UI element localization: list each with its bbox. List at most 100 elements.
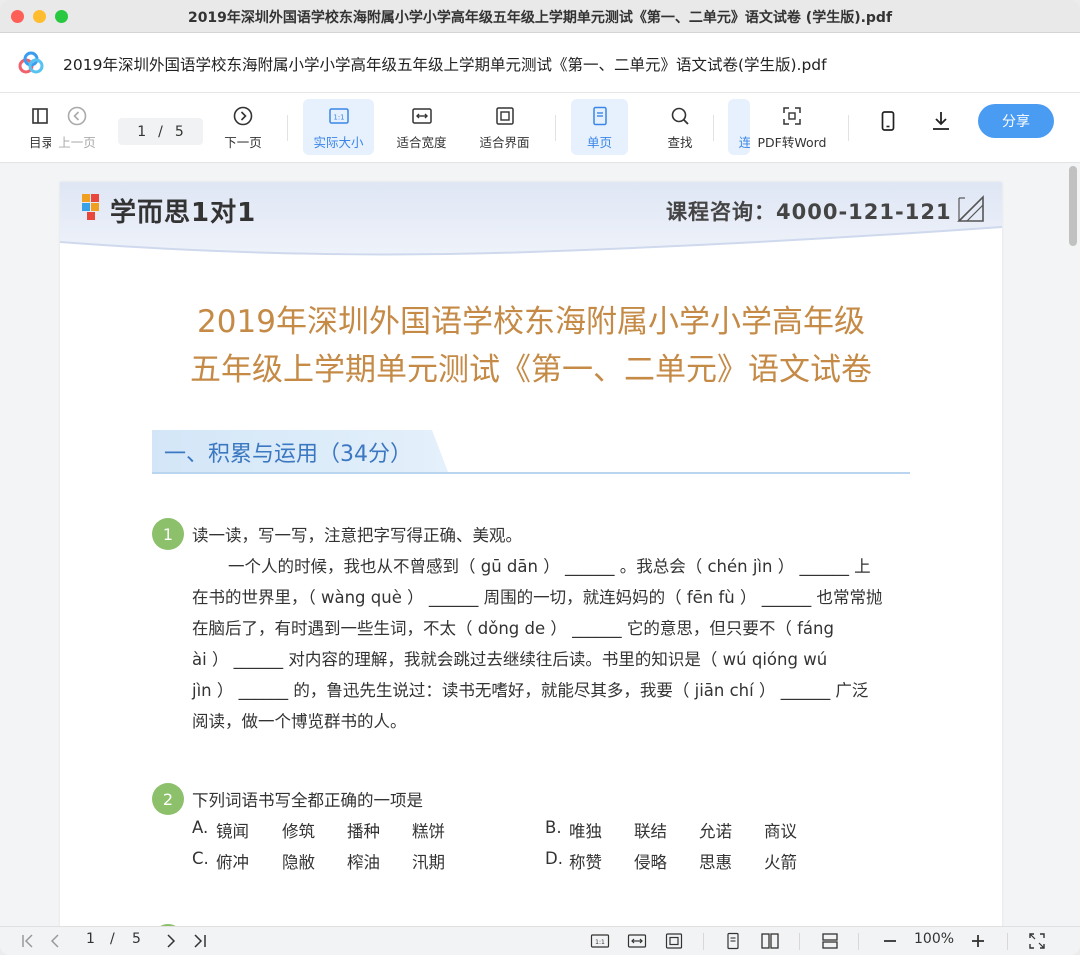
continuous-page-label: 连 (738, 135, 750, 150)
next-page-icon[interactable] (160, 932, 180, 950)
svg-text:1:1: 1:1 (333, 114, 344, 122)
option-word: 糕饼 (412, 822, 445, 841)
fit-width-small-icon[interactable] (627, 932, 647, 950)
single-page-icon (592, 106, 607, 126)
question-1-line: 阅读，做一个博览群书的人。 (192, 712, 407, 731)
toc-label: 目录 (29, 135, 51, 150)
pdf-to-word-button[interactable]: PDF转Word (752, 99, 832, 155)
question-1-line: 在书的世界里，（ wàng què ） ______ 周围的一切，就连妈妈的（ … (192, 588, 883, 607)
option-word: 唯独 (569, 822, 602, 841)
fit-page-button[interactable]: 适合界面 (469, 99, 540, 155)
question-1-line: 一个人的时候，我也从不曾感到（ gū dān ） ______ 。我总会（ ch… (228, 557, 871, 576)
single-page-small-icon[interactable] (723, 932, 743, 950)
zoom-level[interactable]: 100% (914, 931, 954, 947)
section-title: 一、积累与运用（34分） (164, 442, 412, 467)
actual-size-icon: 1:1 (328, 108, 349, 124)
next-page-label: 下一页 (224, 135, 262, 150)
page-current: 1 (137, 123, 147, 140)
toolbar-divider (555, 115, 556, 141)
last-page-icon[interactable] (190, 932, 210, 950)
circle-chevron-right-icon (233, 106, 253, 126)
page-separator: / (158, 123, 163, 140)
option-word: 镜闻 (216, 822, 249, 841)
prev-page-icon[interactable] (46, 932, 66, 950)
consult-hotline: 课程咨询：4000-121-121 (666, 200, 952, 224)
toolbar-divider (287, 115, 288, 141)
single-page-button[interactable]: 单页 (571, 99, 628, 155)
prev-page-button[interactable]: 上一页 (52, 99, 102, 155)
search-icon (671, 107, 689, 125)
status-divider (858, 933, 859, 950)
actual-size-button[interactable]: 1:1 实际大小 (303, 99, 374, 155)
option-word: 汛期 (412, 853, 445, 872)
question-number-badge: 2 (150, 781, 184, 815)
brand-logo-icon (82, 194, 99, 220)
option-word: 侵略 (634, 853, 667, 872)
option-label: B. (545, 818, 562, 837)
mobile-icon[interactable] (876, 109, 900, 133)
document-header: 2019年深圳外国语学校东海附属小学小学高年级五年级上学期单元测试《第一、二单元… (0, 33, 1080, 93)
option-word: 俯冲 (216, 853, 249, 872)
status-divider (799, 933, 800, 950)
pdf-viewer-window: 2019年深圳外国语学校东海附属小学小学高年级五年级上学期单元测试《第一、二单元… (0, 0, 1080, 955)
window-title: 2019年深圳外国语学校东海附属小学小学高年级五年级上学期单元测试《第一、二单元… (187, 10, 893, 26)
section-underline (152, 472, 910, 474)
option-word: 隐敝 (282, 853, 315, 872)
actual-size-label: 实际大小 (313, 135, 364, 150)
option-label: C. (192, 849, 209, 868)
fit-page-label: 适合界面 (479, 135, 530, 150)
option-label: D. (545, 849, 563, 868)
single-page-label: 单页 (586, 135, 612, 150)
page-total: 5 (174, 123, 184, 140)
exam-title-line2: 五年级上学期单元测试《第一、二单元》语文试卷 (190, 352, 872, 388)
ruler-triangle-icon (957, 195, 984, 222)
download-icon[interactable] (929, 109, 953, 133)
prev-page-label: 上一页 (58, 135, 96, 150)
option-label: A. (192, 818, 209, 837)
option-word: 允诺 (699, 822, 732, 841)
find-button[interactable]: 查找 (655, 99, 705, 155)
svg-text:1:1: 1:1 (595, 939, 605, 946)
question-1-line: jìn ） ______ 的，鲁迅先生说过：读书无嗜好，就能尽其多，我要（ ji… (192, 681, 869, 700)
option-word: 火箭 (764, 853, 797, 872)
convert-icon (783, 107, 801, 125)
question-number-badge: 1 (150, 516, 184, 550)
fit-page-small-icon[interactable] (664, 932, 684, 950)
question-1-title: 读一读，写一写，注意把字写得正确、美观。 (192, 526, 522, 545)
status-divider (703, 933, 704, 950)
zoom-out-icon[interactable] (880, 932, 900, 950)
continuous-page-button[interactable]: 连 (728, 99, 750, 155)
vertical-scrollbar[interactable] (1069, 166, 1077, 246)
pdf-page: 学而思1对1 课程咨询：4000-121-121 2019年深圳外国语学校东海附… (60, 182, 1002, 926)
exam-title-line1: 2019年深圳外国语学校东海附属小学小学高年级 (197, 304, 865, 340)
cloud-logo-icon (18, 51, 44, 74)
status-page-current[interactable]: 1 (86, 931, 95, 947)
title-bar: 2019年深圳外国语学校东海附属小学小学高年级五年级上学期单元测试《第一、二单元… (0, 0, 1080, 33)
zoom-in-icon[interactable] (968, 932, 988, 950)
option-word: 商议 (764, 822, 797, 841)
section-header: 一、积累与运用（34分） (152, 430, 910, 474)
find-label: 查找 (667, 135, 693, 150)
toolbar-divider (848, 115, 849, 141)
option-word: 联结 (634, 822, 667, 841)
option-word: 榨油 (347, 853, 380, 872)
fit-width-label: 适合宽度 (396, 135, 447, 150)
status-divider (1007, 933, 1008, 950)
brand-name: 学而思1对1 (110, 198, 257, 228)
two-page-icon[interactable] (760, 932, 780, 950)
first-page-icon[interactable] (18, 932, 38, 950)
document-viewport[interactable]: 学而思1对1 课程咨询：4000-121-121 2019年深圳外国语学校东海附… (0, 163, 1080, 926)
share-button[interactable]: 分享 (978, 104, 1054, 138)
fit-width-button[interactable]: 适合宽度 (386, 99, 457, 155)
question-1-line: 在脑后了，有时遇到一些生词，不太（ dǒng de ） ______ 它的意思，… (192, 619, 834, 638)
page-number-input[interactable]: 1 / 5 (118, 118, 203, 145)
question-1-line: ài ） ______ 对内容的理解，我就会跳过去继续往后读。书里的知识是（ w… (192, 650, 828, 669)
continuous-scroll-icon[interactable] (820, 932, 840, 950)
pdf-to-word-label: PDF转Word (757, 135, 827, 150)
fullscreen-icon[interactable] (1027, 932, 1047, 950)
next-page-button[interactable]: 下一页 (218, 99, 268, 155)
actual-size-small-icon[interactable]: 1:1 (590, 932, 610, 950)
toolbar: 目录 上一页 1 / 5 下一页 1:1 实际大小 适合宽度 适合界面 单页 查… (0, 93, 1080, 163)
status-page-total: 5 (132, 931, 141, 947)
question-2-title: 下列词语书写全都正确的一项是 (192, 791, 423, 810)
